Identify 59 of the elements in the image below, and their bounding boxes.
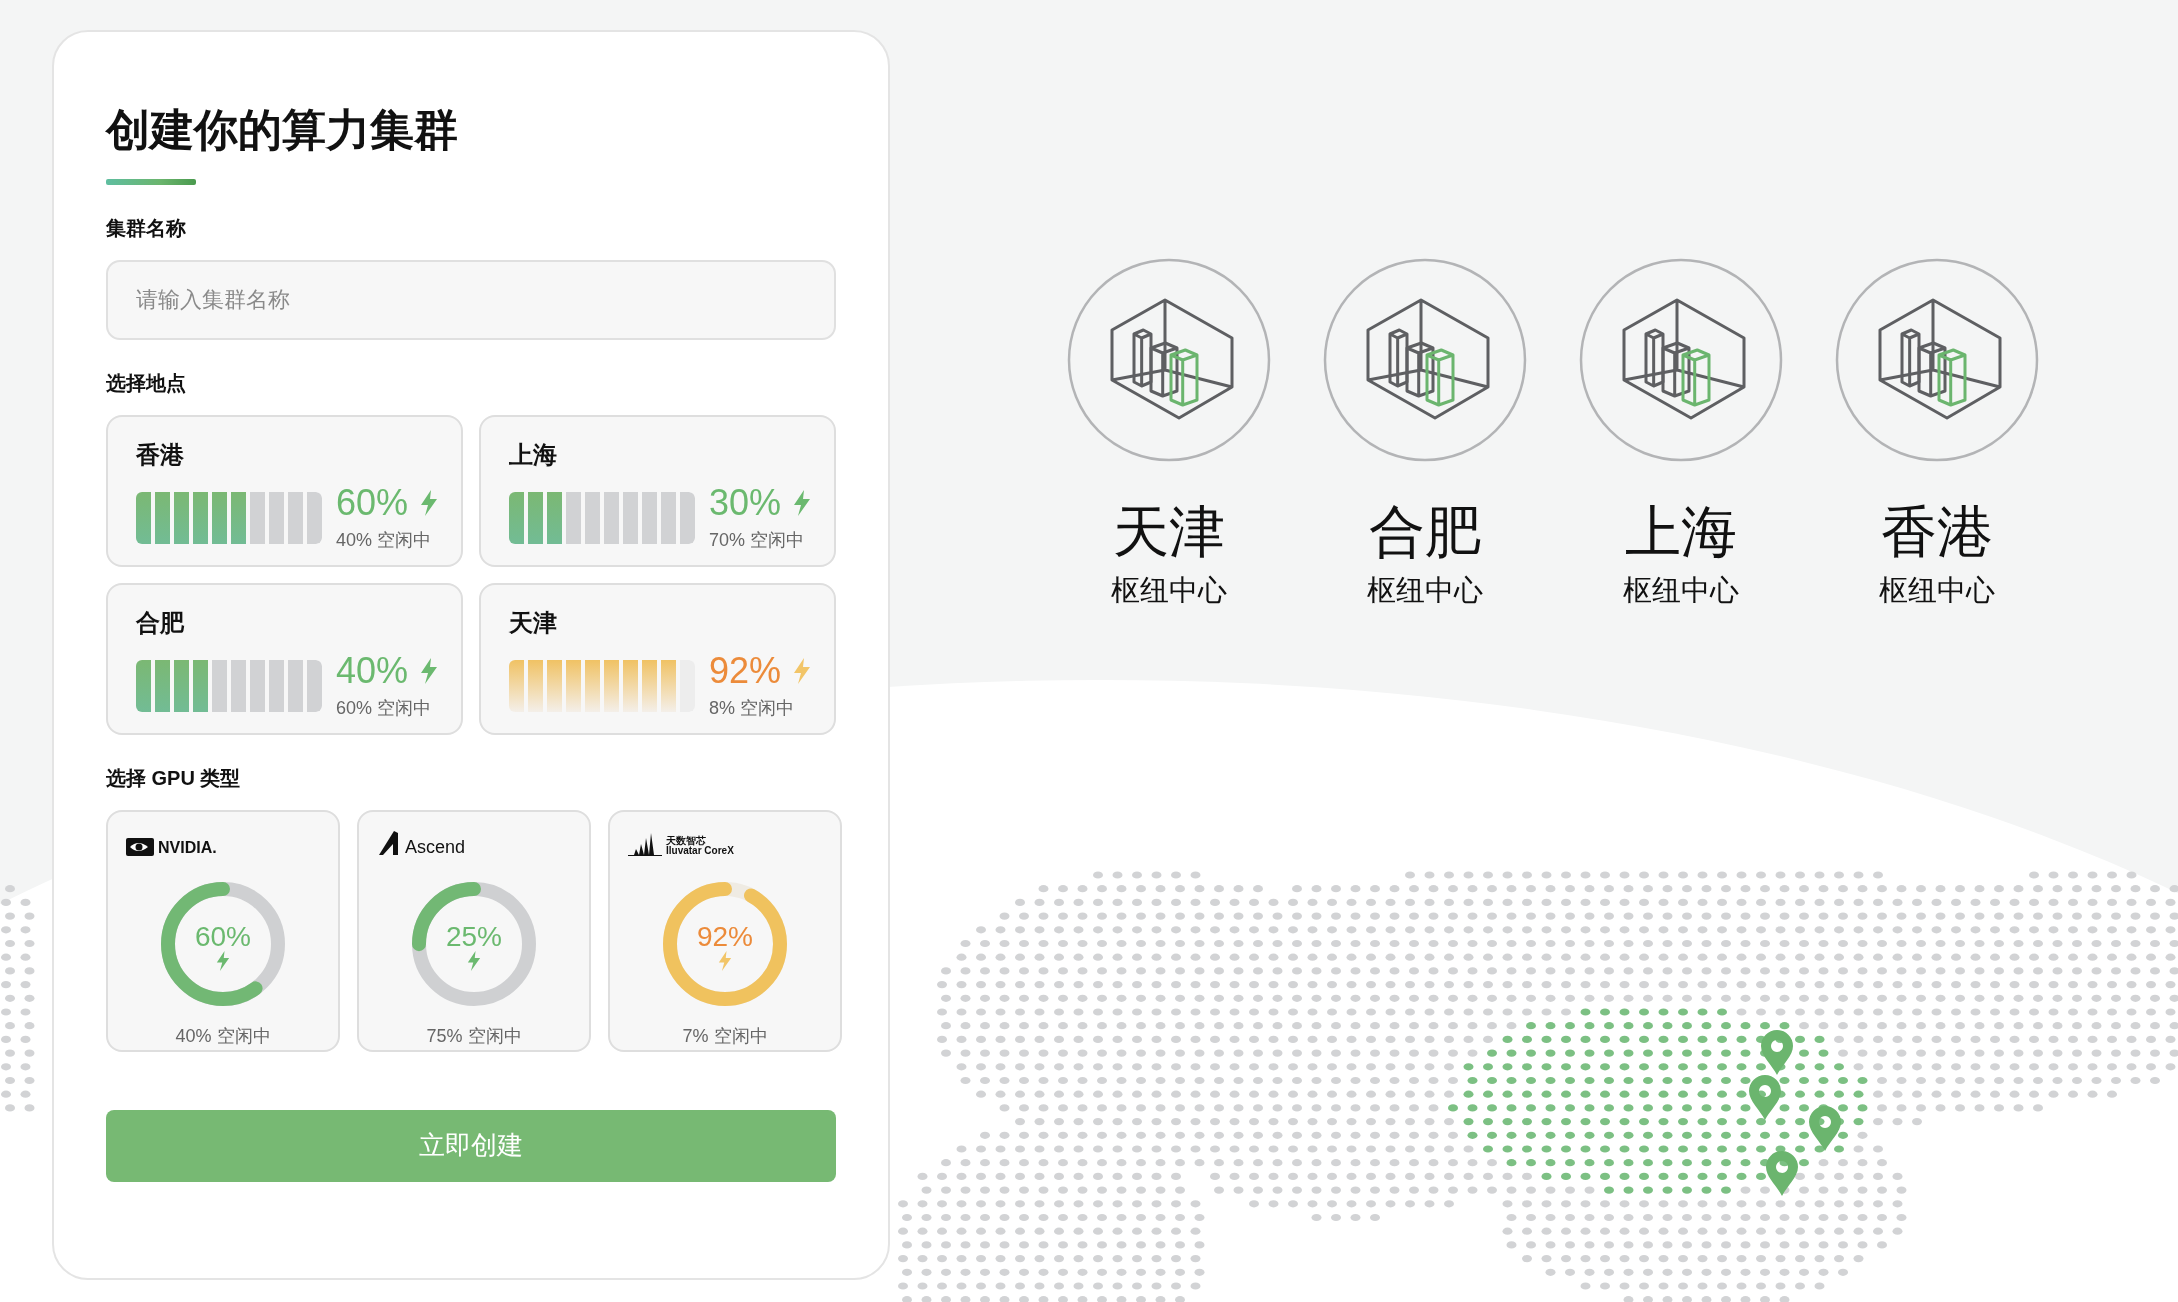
usage-percent: 40% — [336, 650, 409, 691]
free-capacity: 60% 空闲中 — [336, 697, 433, 721]
hub-subtitle: 枢纽中心 — [1111, 573, 1227, 609]
lightning-icon — [467, 950, 481, 971]
free-capacity: 70% 空闲中 — [709, 529, 806, 553]
location-name: 天津 — [509, 607, 557, 638]
usage-percent: 60% — [336, 482, 409, 523]
section-label: 选择 GPU 类型 — [106, 765, 241, 791]
hub-city: 合肥 — [1369, 499, 1481, 565]
free-capacity: 40% 空闲中 — [175, 1024, 271, 1048]
gpu-card[interactable]: NVIDIA. 60% 40% 空闲中 — [106, 809, 340, 1052]
location-card[interactable]: 上海 30% 70% 空闲中 — [479, 414, 836, 567]
lightning-icon — [420, 657, 439, 684]
usage-percent: 25% — [445, 922, 502, 951]
map-pin-icon — [1760, 1029, 1794, 1075]
location-name: 香港 — [136, 439, 184, 470]
free-capacity: 7% 空闲中 — [682, 1024, 768, 1048]
usage-percent: 92% — [696, 922, 753, 951]
brand-name: NVIDIA. — [158, 839, 217, 856]
cluster-name-field[interactable]: 请输入集群名称 — [106, 259, 836, 340]
hub-subtitle: 枢纽中心 — [1367, 573, 1483, 609]
usage-percent: 30% — [709, 482, 782, 523]
location-card[interactable]: 香港 60% 40% 空闲中 — [106, 414, 463, 567]
location-card[interactable]: 合肥 40% 60% 空闲中 — [106, 582, 463, 735]
slanted-a-icon — [377, 829, 401, 856]
data-center-icon — [1579, 258, 1783, 462]
location-card[interactable]: 天津 92% 8% 空闲中 — [479, 582, 836, 735]
brand-name: Ascend — [405, 837, 466, 856]
usage-percent: 60% — [194, 922, 251, 951]
hub-subtitle: 枢纽中心 — [1623, 573, 1739, 609]
free-capacity: 40% 空闲中 — [336, 529, 433, 553]
map-pin-icon — [1808, 1105, 1842, 1151]
lightning-icon — [420, 489, 439, 516]
section-label: 选择地点 — [106, 370, 186, 396]
map-pin-icon — [1765, 1150, 1799, 1196]
field-label: 集群名称 — [106, 215, 186, 241]
hub-city: 上海 — [1625, 499, 1737, 565]
free-capacity: 8% 空闲中 — [709, 697, 796, 721]
free-capacity: 75% 空闲中 — [426, 1024, 522, 1048]
data-center-icon — [1067, 258, 1271, 462]
lightning-icon — [718, 950, 732, 971]
form-title: 创建你的算力集群 — [106, 104, 458, 156]
gpu-card[interactable]: Ascend 25% 75% 空闲中 — [357, 809, 591, 1052]
brand-name: Iluvatar CoreX — [666, 845, 734, 856]
eye-logo-icon — [126, 837, 154, 856]
data-center-icon — [1323, 258, 1527, 462]
location-name: 上海 — [509, 439, 557, 470]
data-center-icon — [1835, 258, 2039, 462]
lightning-icon — [793, 657, 812, 684]
gpu-card[interactable]: 天数智芯 Iluvatar CoreX 92% 7% 空闲中 — [608, 809, 842, 1052]
hub-subtitle: 枢纽中心 — [1879, 573, 1995, 609]
hub-city: 天津 — [1113, 499, 1225, 565]
lightning-icon — [216, 950, 230, 971]
location-name: 合肥 — [136, 607, 184, 638]
lightning-icon — [793, 489, 812, 516]
map-pin-icon — [1748, 1074, 1782, 1120]
brand-name: 天数智芯 — [666, 835, 707, 846]
hub-city: 香港 — [1881, 499, 1993, 565]
usage-percent: 92% — [709, 650, 782, 691]
